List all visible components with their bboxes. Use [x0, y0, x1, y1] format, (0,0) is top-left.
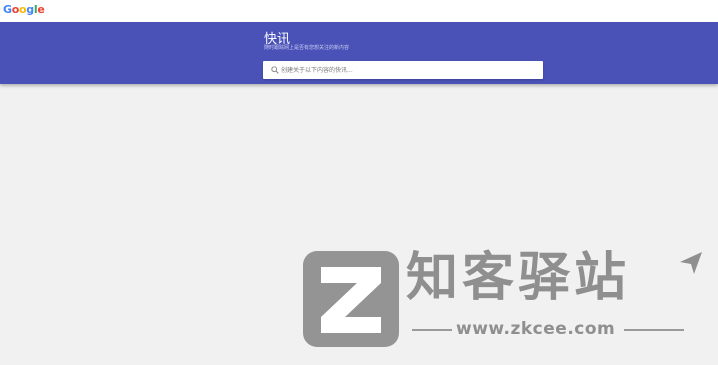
- watermark: 知客驿站 www.zkcee.com: [300, 248, 718, 365]
- divider-line: [624, 329, 684, 331]
- alerts-banner: 快讯 随时跟踪网上是否有您想关注的新内容: [0, 22, 718, 84]
- page-subtitle: 随时跟踪网上是否有您想关注的新内容: [264, 45, 350, 51]
- watermark-url-row: www.zkcee.com: [412, 319, 684, 339]
- divider-line: [412, 329, 452, 331]
- z-letter-icon: [321, 267, 381, 333]
- watermark-title: 知客驿站: [406, 248, 631, 308]
- logo-letter: g: [26, 3, 34, 16]
- watermark-url: www.zkcee.com: [456, 319, 616, 339]
- logo-letter: o: [11, 3, 20, 16]
- google-logo[interactable]: Google: [3, 3, 45, 16]
- create-alert-box[interactable]: [263, 61, 543, 79]
- create-alert-input[interactable]: [281, 61, 536, 79]
- watermark-z-logo: [303, 251, 399, 347]
- search-icon: [271, 66, 279, 74]
- top-bar: Google: [0, 0, 718, 22]
- arrow-icon: [680, 252, 702, 274]
- logo-letter: e: [37, 3, 45, 16]
- logo-letter: G: [3, 3, 12, 16]
